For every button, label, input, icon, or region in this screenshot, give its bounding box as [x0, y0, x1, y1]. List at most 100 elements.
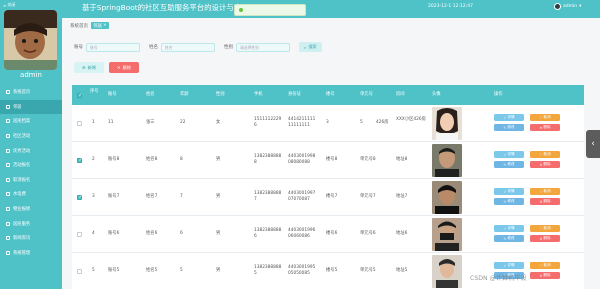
- breadcrumb-home[interactable]: 系统首页: [70, 23, 88, 29]
- batch-delete-button[interactable]: ✕ 删除: [109, 62, 139, 73]
- header-gender: 性别: [216, 92, 225, 97]
- cell-id-card: 440300199505050085: [288, 265, 316, 276]
- edit-button[interactable]: ✎ 修改: [494, 124, 524, 131]
- sidebar-toggle[interactable]: ≡ 关闭: [3, 2, 15, 8]
- cell-index: 4: [92, 231, 95, 236]
- cell-index: 2: [92, 157, 95, 162]
- add-button[interactable]: ⊕ 新增: [74, 62, 104, 73]
- plus-icon: ⊕: [82, 65, 86, 70]
- header-unit: 单元号: [360, 92, 373, 97]
- sidebar-item-label: 邻居: [13, 104, 22, 110]
- resident-photo: [432, 181, 462, 214]
- check-icon: ✓: [503, 115, 507, 120]
- header-name: 姓名: [146, 92, 155, 97]
- header-id-card: 身份证: [288, 92, 301, 97]
- delete-button-label: 删除: [543, 199, 551, 203]
- sidebar-item-resident-service[interactable]: 居民服务: [0, 216, 62, 231]
- sidebar-item-utilities[interactable]: 水电费: [0, 187, 62, 202]
- cell-name: 姓名8: [146, 157, 158, 162]
- cell-phone: 13823888885: [254, 265, 282, 276]
- sidebar-item-news[interactable]: 新闻资讯: [0, 231, 62, 246]
- close-icon: ✕: [539, 236, 543, 241]
- cell-gender: 女: [216, 120, 221, 125]
- cell-unit: 5: [360, 120, 363, 125]
- cell-room: 地址6: [396, 231, 408, 236]
- cancel-button-label: 取消: [543, 115, 551, 119]
- delete-button[interactable]: ✕ 删除: [530, 272, 560, 279]
- name-input[interactable]: 姓名: [161, 42, 215, 52]
- resident-photo: [432, 144, 462, 177]
- watermark: CSDN @计算机毕设: [470, 275, 527, 282]
- cancel-button[interactable]: ♡ 取消: [530, 225, 560, 232]
- sidebar-item-label: 水电费: [13, 192, 26, 198]
- row-checkbox[interactable]: [77, 121, 82, 126]
- close-icon[interactable]: ×: [103, 23, 107, 28]
- gender-select[interactable]: 请选择性别: [236, 42, 290, 52]
- header-age: 年龄: [180, 92, 189, 97]
- heart-icon: ♡: [539, 115, 543, 120]
- sidebar-item-home[interactable]: 系统首页: [0, 85, 62, 100]
- sidebar-item-community-activity[interactable]: 社区活动: [0, 129, 62, 144]
- user-menu[interactable]: admin ▾: [554, 3, 581, 10]
- sidebar-item-label: 物业报修: [13, 207, 31, 213]
- select-all-checkbox[interactable]: [77, 93, 82, 98]
- detail-button-label: 详情: [507, 115, 515, 119]
- sidebar-item-excellent-activity[interactable]: 优秀活动: [0, 143, 62, 158]
- sidebar-item-activity-signup[interactable]: 活动报名: [0, 158, 62, 173]
- cancel-button-label: 取消: [543, 263, 551, 267]
- breadcrumb: 系统首页 邻居 ×: [70, 22, 109, 30]
- detail-button[interactable]: ✓ 详情: [494, 262, 524, 269]
- sidebar-item-cancel-signup[interactable]: 取消报名: [0, 173, 62, 188]
- detail-button[interactable]: ✓ 详情: [494, 151, 524, 158]
- cell-building: 3: [326, 120, 329, 125]
- cancel-button[interactable]: ♡ 取消: [530, 151, 560, 158]
- detail-button[interactable]: ✓ 详情: [494, 114, 524, 121]
- sidebar-item-resident-files[interactable]: 居民档案: [0, 114, 62, 129]
- header-room: 房间: [396, 92, 405, 97]
- row-checkbox[interactable]: [77, 269, 82, 274]
- home-icon: [6, 90, 10, 95]
- header-building: 楼号: [326, 92, 335, 97]
- sidebar-item-label: 系统管理: [13, 250, 31, 256]
- sidebar: ≡ 关闭 admin 系统首页 邻居 居民档案 社区活动 优秀活动 活动报名 取…: [0, 0, 62, 289]
- cancel-button-label: 取消: [543, 189, 551, 193]
- breadcrumb-current: 邻居: [93, 23, 102, 29]
- cancel-button[interactable]: ♡ 取消: [530, 114, 560, 121]
- account-label: 账号: [74, 45, 83, 50]
- heart-icon: ♡: [539, 263, 543, 268]
- cancel-button[interactable]: ♡ 取消: [530, 188, 560, 195]
- sidebar-item-neighbor[interactable]: 邻居: [0, 99, 62, 115]
- close-icon: ✕: [539, 273, 543, 278]
- edit-icon: [6, 163, 10, 168]
- cell-age: 6: [180, 231, 183, 236]
- cell-room: 地址8: [396, 157, 408, 162]
- edit-button[interactable]: ✎ 修改: [494, 161, 524, 168]
- delete-button[interactable]: ✕ 删除: [530, 161, 560, 168]
- menu-icon: ≡: [3, 2, 7, 8]
- sidebar-item-system[interactable]: 系统管理: [0, 246, 62, 261]
- search-button[interactable]: ⌕ 搜索: [299, 42, 322, 52]
- cell-id-card: 440300199606060086: [288, 228, 316, 239]
- sidebar-item-label: 社区活动: [13, 134, 31, 140]
- heart-icon: ♡: [539, 152, 543, 157]
- delete-button[interactable]: ✕ 删除: [530, 124, 560, 131]
- edit-button[interactable]: ✎ 修改: [494, 198, 524, 205]
- delete-button[interactable]: ✕ 删除: [530, 198, 560, 205]
- breadcrumb-current-tag[interactable]: 邻居 ×: [91, 22, 109, 30]
- detail-button[interactable]: ✓ 详情: [494, 225, 524, 232]
- edit-button[interactable]: ✎ 修改: [494, 235, 524, 242]
- row-checkbox[interactable]: [77, 158, 82, 163]
- delete-button-label: 删除: [543, 125, 551, 129]
- delete-button[interactable]: ✕ 删除: [530, 235, 560, 242]
- row-checkbox[interactable]: [77, 195, 82, 200]
- account-input[interactable]: 账号: [86, 42, 140, 52]
- edit-icon: ✎: [503, 236, 507, 241]
- row-checkbox[interactable]: [77, 232, 82, 237]
- edit-icon: ✎: [503, 162, 507, 167]
- panel-collapse-arrow[interactable]: ‹: [586, 130, 600, 158]
- sidebar-item-repairs[interactable]: 物业报修: [0, 202, 62, 217]
- detail-button[interactable]: ✓ 详情: [494, 188, 524, 195]
- cancel-button[interactable]: ♡ 取消: [530, 262, 560, 269]
- cell-room: 地址7: [396, 194, 408, 199]
- header-index: 序号: [90, 89, 99, 94]
